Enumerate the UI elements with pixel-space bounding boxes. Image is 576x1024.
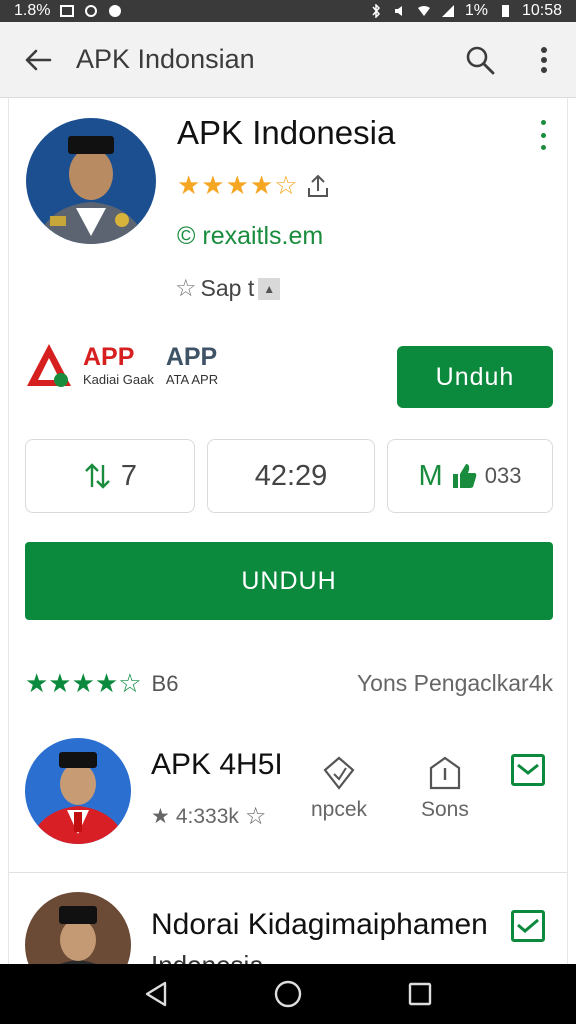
status-right: 1% 10:58 xyxy=(369,2,562,20)
developer-prefix: © xyxy=(177,222,196,250)
list-item-1-avatar[interactable] xyxy=(25,738,131,844)
list-item-1-action-2-label: Sons xyxy=(421,798,469,821)
search-icon xyxy=(466,46,495,74)
app-more-button[interactable] xyxy=(531,120,555,150)
nav-back-button[interactable] xyxy=(126,964,186,1024)
list-item-1-action-1[interactable]: npcek xyxy=(311,756,367,822)
summary-count: B6 xyxy=(151,670,179,696)
list-item-1-action-1-label: npcek xyxy=(311,798,368,821)
search-button[interactable] xyxy=(448,22,512,98)
arrow-left-icon xyxy=(25,49,52,70)
triangle-back-icon xyxy=(145,981,167,1007)
stat-card-size: M 033 xyxy=(387,439,553,513)
signal-icon xyxy=(441,5,454,17)
stat-card-downloads: 7 xyxy=(25,439,195,513)
battery-icon xyxy=(501,5,509,17)
stat-value-3: M xyxy=(418,459,443,492)
list-item-1-rating: 4:333k xyxy=(175,804,239,828)
developer-link[interactable]: © rexaitls.em xyxy=(177,222,323,251)
nav-recents-button[interactable] xyxy=(390,964,450,1024)
more-vertical-icon xyxy=(541,46,547,73)
share-icon[interactable] xyxy=(305,173,331,199)
app-title: APK Indonesia xyxy=(177,114,396,151)
list-item-1-checkbox[interactable] xyxy=(511,754,545,786)
person-portrait-icon xyxy=(25,892,131,964)
battery-text: 1% xyxy=(464,2,488,19)
nav-home-button[interactable] xyxy=(258,964,318,1024)
stat-value-1: 7 xyxy=(120,459,138,492)
star-outline-icon: ☆ xyxy=(175,275,197,302)
list-item-2-checkbox[interactable] xyxy=(511,910,545,942)
rating-stars: ★★★★☆ xyxy=(177,170,299,200)
list-item-2-avatar[interactable] xyxy=(25,892,131,964)
status-time: 10:58 xyxy=(521,2,562,19)
overflow-menu-button[interactable] xyxy=(512,22,576,98)
app-toolbar: APK Indonsian xyxy=(0,22,576,98)
app-rating: ★★★★☆ xyxy=(177,170,331,201)
tag-icon xyxy=(323,756,355,790)
app-icon xyxy=(109,5,122,17)
list-item-1-title[interactable]: APK 4H5I xyxy=(151,748,283,782)
star-outline-icon: ☆ xyxy=(244,803,267,830)
app-badge: ☆ Sap t ▲ xyxy=(175,274,281,303)
system-nav-bar xyxy=(0,964,576,1024)
mute-icon xyxy=(394,6,402,16)
star-icon: ★ xyxy=(151,805,170,828)
list-divider xyxy=(9,872,567,873)
stat-card-time: 42:29 xyxy=(207,439,375,513)
stat-value-2: 42:29 xyxy=(254,459,328,492)
status-bar: 1.8% 1% 10:58 xyxy=(0,0,576,22)
status-left-text: 1.8% xyxy=(14,2,51,19)
list-item-2-title[interactable]: Ndorai Kidagimaiphamen xyxy=(151,908,488,942)
toolbar-title: APK Indonsian xyxy=(76,44,255,74)
app-detail-content: APK Indonesia ★★★★☆ © rexaitls.em ☆ Sap … xyxy=(8,98,568,964)
square-recents-icon xyxy=(408,982,432,1006)
circle-home-icon xyxy=(274,980,302,1008)
list-item-1-action-2[interactable]: Sons xyxy=(421,756,469,822)
list-item-1-meta: ★ 4:333k ☆ xyxy=(151,802,266,831)
brand-sub-2: ATA APR xyxy=(165,371,219,387)
wifi-icon xyxy=(417,6,430,16)
badge-image-icon: ▲ xyxy=(258,277,281,300)
thumbs-up-icon xyxy=(452,464,477,488)
link-icon xyxy=(85,5,98,17)
info-icon xyxy=(429,756,461,790)
check-icon xyxy=(517,918,539,933)
app-icon-avatar xyxy=(26,118,156,244)
person-portrait-icon xyxy=(26,118,156,244)
list-item-2-subtitle: Indonesia xyxy=(151,950,264,964)
stat-extra-3: 033 xyxy=(484,463,522,488)
brand-word-1: APP xyxy=(83,342,135,371)
bluetooth-icon xyxy=(372,4,380,18)
summary-stars: ★★★★☆ xyxy=(25,668,142,698)
status-left: 1.8% xyxy=(14,2,122,20)
rating-summary: ★★★★☆ B6 Yons Pengaclkar4k xyxy=(25,668,553,699)
triangle-logo-icon xyxy=(27,344,71,387)
download-arrows-icon xyxy=(85,463,110,489)
install-button-small[interactable]: Unduh xyxy=(397,346,553,408)
brand-word-2: APP xyxy=(165,342,218,371)
install-button-big[interactable]: UNDUH xyxy=(25,542,553,620)
developer-link-text: rexaitls.em xyxy=(202,222,324,250)
brand-logo: APP Kadiai Gaak APP ATA APR xyxy=(25,342,218,388)
back-button[interactable] xyxy=(0,22,76,98)
check-icon xyxy=(517,763,539,775)
summary-right-text[interactable]: Yons Pengaclkar4k xyxy=(357,670,553,697)
person-portrait-icon xyxy=(25,738,131,844)
notification-icon xyxy=(60,5,75,17)
brand-sub-1: Kadiai Gaak xyxy=(83,371,154,387)
badge-text: Sap t xyxy=(200,275,255,301)
